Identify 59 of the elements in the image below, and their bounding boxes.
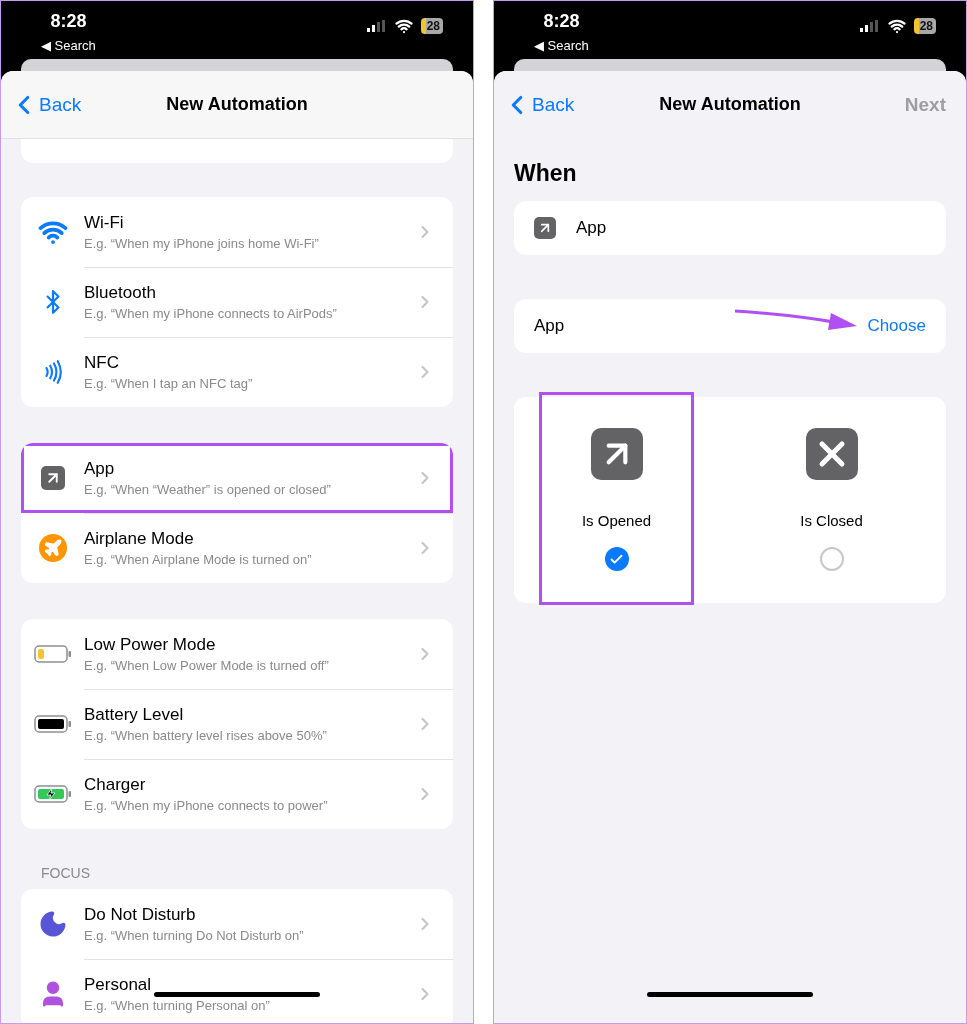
row-subtitle: E.g. “When I tap an NFC tag”: [84, 375, 253, 391]
trigger-label: App: [576, 218, 608, 238]
trigger-row[interactable]: Bluetooth E.g. “When my iPhone connects to AirPods”: [21, 267, 453, 337]
battery-icon: [33, 645, 72, 663]
row-title: Battery Level: [84, 704, 184, 725]
trigger-row[interactable]: App E.g. “When “Weather” is opened or closed”: [21, 443, 453, 513]
battery-icon: [33, 715, 72, 733]
row-subtitle: E.g. “When Low Power Mode is turned off”: [84, 657, 329, 673]
signal-icon: [366, 20, 387, 32]
radio-button[interactable]: [604, 547, 629, 571]
back-button[interactable]: Back: [502, 89, 575, 120]
signal-icon: [859, 20, 880, 32]
battery-indicator: 28: [913, 18, 936, 34]
airplane-icon: [38, 534, 67, 562]
row-subtitle: E.g. “When battery level rises above 50%”: [84, 727, 327, 743]
status-time: 8:28: [543, 11, 580, 32]
row-subtitle: E.g. “When “Weather” is opened or closed”: [84, 481, 331, 497]
row-title: Bluetooth: [84, 282, 156, 303]
trigger-row[interactable]: Do Not Disturb E.g. “When turning Do Not Disturb on”: [21, 889, 453, 959]
section-header: FOCUS: [41, 865, 91, 881]
row-subtitle: E.g. “When my iPhone connects to AirPods”: [84, 305, 337, 321]
option-label: Is Closed: [800, 512, 863, 529]
row-subtitle: E.g. “When my iPhone joins home Wi-Fi”: [84, 235, 319, 251]
row-title: Wi-Fi: [84, 212, 124, 233]
screen-title: New Automation: [166, 94, 308, 115]
battery-indicator: 28: [420, 18, 443, 34]
row-subtitle: E.g. “When my iPhone connects to power”: [84, 797, 328, 813]
close-icon: [805, 428, 858, 480]
option[interactable]: Is Opened: [539, 392, 694, 605]
choose-button[interactable]: Choose: [867, 316, 926, 336]
row-subtitle: E.g. “When turning Do Not Disturb on”: [84, 927, 304, 943]
battery-icon: [33, 785, 72, 803]
row-title: Airplane Mode: [84, 528, 194, 549]
trigger-row[interactable]: Low Power Mode E.g. “When Low Power Mode is turned off”: [21, 619, 453, 689]
trigger-row[interactable]: Charger E.g. “When my iPhone connects to power”: [21, 759, 453, 829]
status-time: 8:28: [50, 11, 87, 32]
app-label: App: [534, 316, 566, 336]
section-title: When: [514, 160, 578, 187]
row-title: Personal: [84, 974, 152, 995]
option-label: Is Opened: [581, 512, 652, 529]
trigger-row[interactable]: NFC E.g. “When I tap an NFC tag”: [21, 337, 453, 407]
row-title: App: [84, 458, 115, 479]
screen-title: New Automation: [659, 94, 801, 115]
radio-button[interactable]: [819, 547, 844, 571]
trigger-row[interactable]: Wi-Fi E.g. “When my iPhone joins home Wi-Fi”: [21, 197, 453, 267]
back-to-app-link[interactable]: ◀ Search: [534, 38, 589, 53]
row-subtitle: E.g. “When turning Personal on”: [84, 997, 270, 1013]
row-title: Do Not Disturb: [84, 904, 196, 925]
row-title: Low Power Mode: [84, 634, 216, 655]
trigger-row[interactable]: Battery Level E.g. “When battery level rises above 50%”: [21, 689, 453, 759]
row-title: NFC: [84, 352, 119, 373]
wifi-icon: [887, 17, 906, 35]
option[interactable]: Is Closed: [754, 392, 909, 605]
wifi-icon: [394, 17, 413, 35]
trigger-row[interactable]: Airplane Mode E.g. “When Airplane Mode is turned on”: [21, 513, 453, 583]
row-title: Charger: [84, 774, 146, 795]
row-subtitle: E.g. “When Airplane Mode is turned on”: [84, 551, 312, 567]
back-to-app-link[interactable]: ◀ Search: [41, 38, 96, 53]
back-button[interactable]: Back: [9, 89, 82, 120]
